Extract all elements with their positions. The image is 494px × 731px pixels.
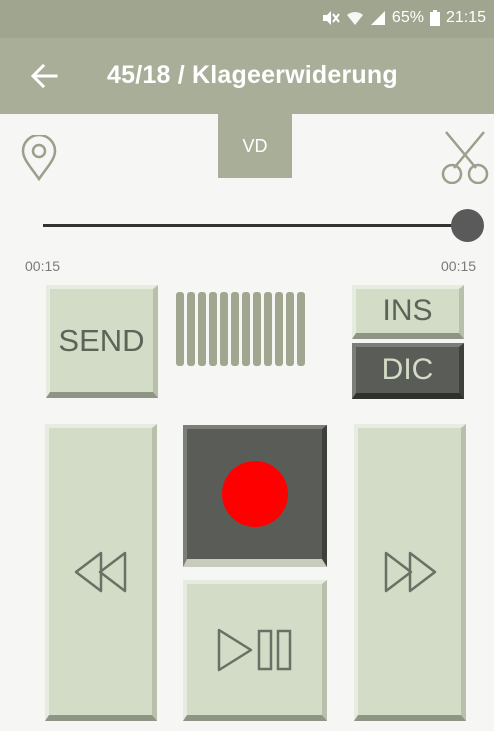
level-meter-bar [187,292,195,366]
level-meter-bar [264,292,272,366]
rewind-button[interactable] [45,424,157,721]
level-meter-bar [176,292,184,366]
battery-icon [429,10,440,26]
fast-forward-icon [384,551,436,592]
duration-label: 00:15 [441,258,477,274]
level-meter-bar [220,292,228,366]
status-bar: 65% 21:15 [0,0,494,38]
vd-tab[interactable]: VD [218,114,292,178]
record-button[interactable] [183,425,327,567]
location-pin-icon[interactable] [20,135,58,181]
level-meter-bar [297,292,305,366]
clock: 21:15 [445,9,486,26]
ins-button[interactable]: INS [352,285,464,339]
app-bar: 45/18 / Klageerwiderung [0,38,494,114]
wifi-icon [346,11,363,25]
level-meter-bar [253,292,261,366]
level-meter [176,292,305,366]
back-arrow-icon[interactable] [30,62,58,90]
record-icon [221,461,288,527]
level-meter-bar [198,292,206,366]
fast-forward-button[interactable] [354,424,466,721]
level-meter-bar [286,292,294,366]
playback-slider-thumb[interactable] [451,209,484,242]
playback-slider-track[interactable] [43,224,468,227]
send-button[interactable]: SEND [46,285,158,398]
level-meter-bar [242,292,250,366]
mute-vibrate-icon [322,11,340,25]
page-title: 45/18 / Klageerwiderung [107,61,398,89]
battery-percent: 65% [391,9,424,26]
status-icons: 65% 21:15 [320,9,486,27]
play-pause-icon [217,628,291,671]
rewind-icon [74,551,126,592]
level-meter-bar [275,292,283,366]
level-meter-bar [209,292,217,366]
play-pause-button[interactable] [183,580,327,721]
dic-button[interactable]: DIC [352,343,464,399]
level-meter-bar [231,292,239,366]
position-label: 00:15 [25,258,61,274]
scissors-icon[interactable] [440,130,490,184]
signal-icon [370,11,385,25]
